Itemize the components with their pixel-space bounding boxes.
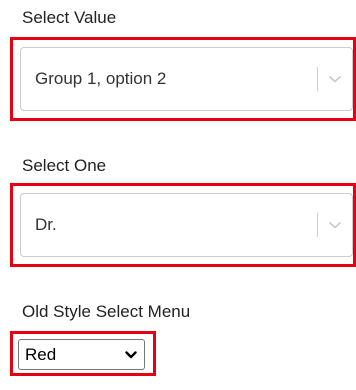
select-value-dropdown[interactable]: Group 1, option 2 xyxy=(20,47,353,111)
caret-down-icon xyxy=(125,350,137,358)
select-value-highlight: Group 1, option 2 xyxy=(10,37,356,121)
select-one-dropdown[interactable]: Dr. xyxy=(20,193,353,257)
select-one-highlight: Dr. xyxy=(10,183,356,267)
chevron-down-icon xyxy=(329,76,341,83)
select-value-selected: Group 1, option 2 xyxy=(35,69,167,88)
old-style-select-menu[interactable]: Red xyxy=(18,339,145,370)
select-one-dropdown-toggle[interactable] xyxy=(318,194,352,256)
select-one-selected: Dr. xyxy=(35,215,57,234)
old-style-select-highlight: Red xyxy=(10,331,156,376)
select-value-label: Select Value xyxy=(22,8,117,27)
old-style-select-label: Old Style Select Menu xyxy=(22,302,191,321)
select-one-label: Select One xyxy=(22,156,107,175)
old-style-select-selected: Red xyxy=(25,344,57,364)
select-demo-page: Select Value Group 1, option 2 Select On… xyxy=(0,0,356,390)
chevron-down-icon xyxy=(329,222,341,229)
old-style-select-toggle[interactable] xyxy=(118,350,144,360)
select-value-dropdown-toggle[interactable] xyxy=(318,48,352,110)
